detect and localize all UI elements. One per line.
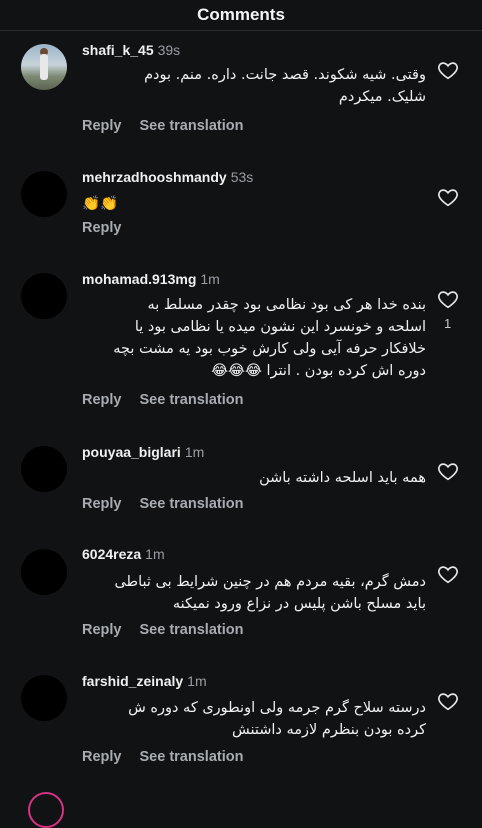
avatar[interactable] <box>21 549 67 595</box>
comment-actions: Reply See translation <box>82 749 261 765</box>
avatar[interactable] <box>21 675 67 721</box>
avatar[interactable] <box>21 171 67 217</box>
heart-icon[interactable] <box>437 59 459 81</box>
comment-line: همه باید اسلحه داشته باشن <box>259 470 426 486</box>
comment-text: همه باید اسلحه داشته باشن <box>82 467 426 489</box>
username[interactable]: 6024reza <box>82 546 141 562</box>
heart-icon[interactable] <box>437 288 459 310</box>
heart-icon[interactable] <box>437 690 459 712</box>
username[interactable]: shafi_k_45 <box>82 42 154 58</box>
reply-button[interactable]: Reply <box>82 392 122 408</box>
comment-meta: pouyaa_biglari 1m <box>82 444 204 460</box>
comment-meta: mehrzadhooshmandy 53s <box>82 169 253 185</box>
heart-icon[interactable] <box>437 186 459 208</box>
reply-button[interactable]: Reply <box>82 622 122 638</box>
comment-meta: mohamad.913mg 1m <box>82 271 220 287</box>
comment-line: دوره اش کرده بودن . انترا 😂😂😂 <box>211 363 426 379</box>
avatar[interactable] <box>21 44 67 90</box>
like-count: 1 <box>444 316 452 331</box>
comment-actions: Reply <box>82 220 140 236</box>
timestamp: 1m <box>145 546 165 562</box>
comment-line: باید مسلح باشن پلیس در نزاع ورود نمیکنه <box>172 596 426 612</box>
avatar[interactable] <box>21 273 67 319</box>
comment-actions: Reply See translation <box>82 622 261 638</box>
timestamp: 1m <box>184 444 205 460</box>
reply-button[interactable]: Reply <box>82 496 122 512</box>
see-translation-button[interactable]: See translation <box>140 392 244 408</box>
comment-line: 👏👏 <box>82 196 119 212</box>
comment-line: وقتی. شیه شکوند. قصد جانت. داره. منم. بو… <box>144 67 426 83</box>
comments-header: Comments <box>0 0 482 31</box>
see-translation-button[interactable]: See translation <box>140 496 244 512</box>
comment-line: خلافکار حرفه آیی ولی کارش خوب بود یه مشت… <box>113 341 426 357</box>
comment-meta: farshid_zeinaly 1m <box>82 673 207 689</box>
reply-button[interactable]: Reply <box>82 220 122 236</box>
timestamp: 53s <box>230 169 254 185</box>
username[interactable]: mehrzadhooshmandy <box>82 169 227 185</box>
comment-line: دمش گرم، بقیه مردم هم در چنین شرایط بی ث… <box>114 574 426 590</box>
comment-text: دمش گرم، بقیه مردم هم در چنین شرایط بی ث… <box>82 571 426 615</box>
heart-icon[interactable] <box>437 460 459 482</box>
comment-line: کرده بودن بنظرم لازمه داشتنش <box>232 722 426 738</box>
comment-line: درسته سلاح گرم جرمه ولی اونطوری که دوره … <box>128 700 426 716</box>
see-translation-button[interactable]: See translation <box>140 749 244 765</box>
username[interactable]: mohamad.913mg <box>82 271 196 287</box>
page-title: Comments <box>197 5 285 24</box>
reply-button[interactable]: Reply <box>82 749 122 765</box>
comment-text: 👏👏 <box>82 193 426 215</box>
next-comment-avatar[interactable] <box>28 792 64 828</box>
username[interactable]: pouyaa_biglari <box>82 444 181 460</box>
timestamp: 1m <box>200 271 220 287</box>
comment-meta: shafi_k_45 39s <box>82 42 180 58</box>
see-translation-button[interactable]: See translation <box>140 622 244 638</box>
avatar[interactable] <box>21 446 67 492</box>
reply-button[interactable]: Reply <box>82 118 122 134</box>
comment-text: درسته سلاح گرم جرمه ولی اونطوری که دوره … <box>82 697 426 741</box>
comment-line: بنده خدا هر کی بود نظامی بود چقدر مسلط ب… <box>147 297 427 313</box>
comment-line: اسلحه و خونسرد این نشون میده یا نظامی بو… <box>134 319 426 335</box>
comment-line: شلیک. میکردم <box>338 89 426 105</box>
comment-actions: Reply See translation <box>82 496 261 512</box>
see-translation-button[interactable]: See translation <box>140 118 244 134</box>
comment-text: وقتی. شیه شکوند. قصد جانت. داره. منم. بو… <box>82 64 426 108</box>
username[interactable]: farshid_zeinaly <box>82 673 183 689</box>
comment-actions: Reply See translation <box>82 118 261 134</box>
comment-text: بنده خدا هر کی بود نظامی بود چقدر مسلط ب… <box>82 294 426 382</box>
timestamp: 39s <box>157 42 181 58</box>
timestamp: 1m <box>187 673 207 689</box>
comment-actions: Reply See translation <box>82 392 261 408</box>
comment-meta: 6024reza 1m <box>82 546 165 562</box>
heart-icon[interactable] <box>437 563 459 585</box>
